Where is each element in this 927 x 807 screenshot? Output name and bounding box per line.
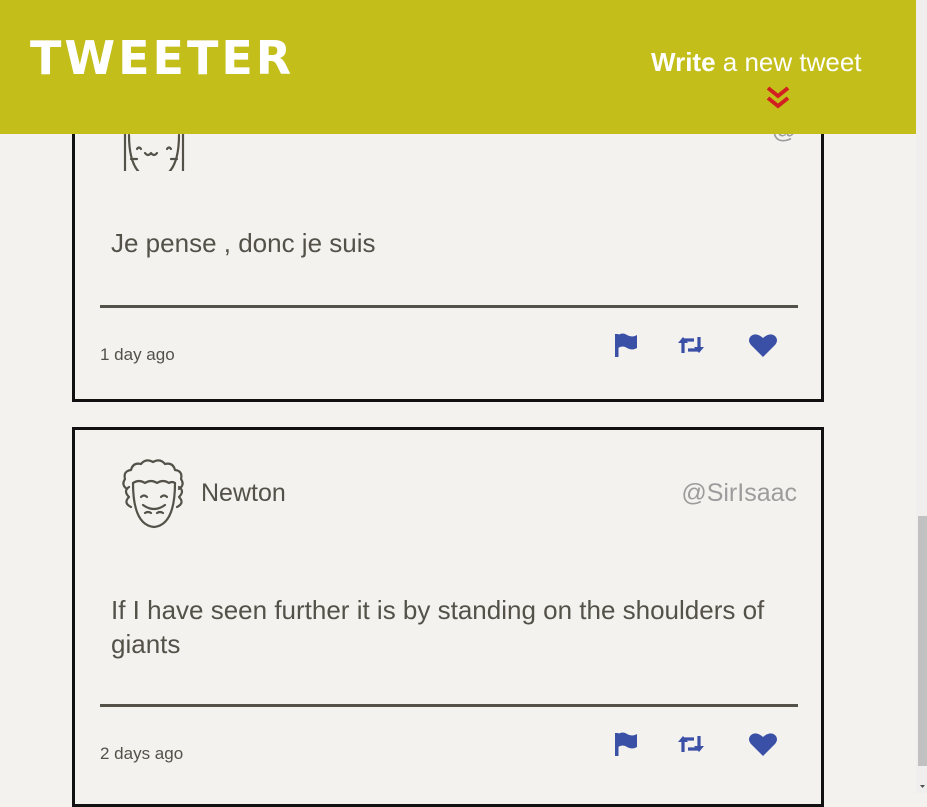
tweet-timestamp: 2 days ago — [100, 744, 184, 763]
compose-bold-label: Write — [651, 47, 716, 77]
logo: TWEETER — [30, 31, 295, 85]
tweet-card: Newton @SirIsaac If I have seen further … — [72, 427, 824, 807]
tweet-author-handle[interactable]: @SirIsaac — [681, 479, 797, 508]
tweet-divider — [100, 704, 798, 707]
tweet-divider — [100, 305, 798, 308]
curly-hair-man-avatar-icon — [122, 459, 184, 529]
heart-icon[interactable] — [747, 728, 779, 760]
flag-icon[interactable] — [610, 329, 642, 361]
tweet-text: Je pense , donc je suis — [111, 228, 376, 258]
top-nav: TWEETER Write a new tweet — [0, 0, 916, 134]
heart-icon[interactable] — [747, 329, 779, 361]
tweet-author-name: Newton — [201, 479, 286, 507]
tweet-timestamp: 1 day ago — [100, 345, 175, 364]
scrollbar-thumb[interactable] — [918, 516, 927, 766]
retweet-icon[interactable] — [675, 329, 707, 361]
compose-label: a new tweet — [715, 47, 862, 77]
flag-icon[interactable] — [610, 728, 642, 760]
compose-toggle[interactable]: Write a new tweet — [651, 46, 881, 78]
retweet-icon[interactable] — [675, 728, 707, 760]
scroll-down-arrow-icon[interactable] — [918, 782, 927, 791]
chevron-double-down-icon[interactable] — [763, 84, 793, 112]
tweet-text: If I have seen further it is by standing… — [111, 595, 765, 659]
